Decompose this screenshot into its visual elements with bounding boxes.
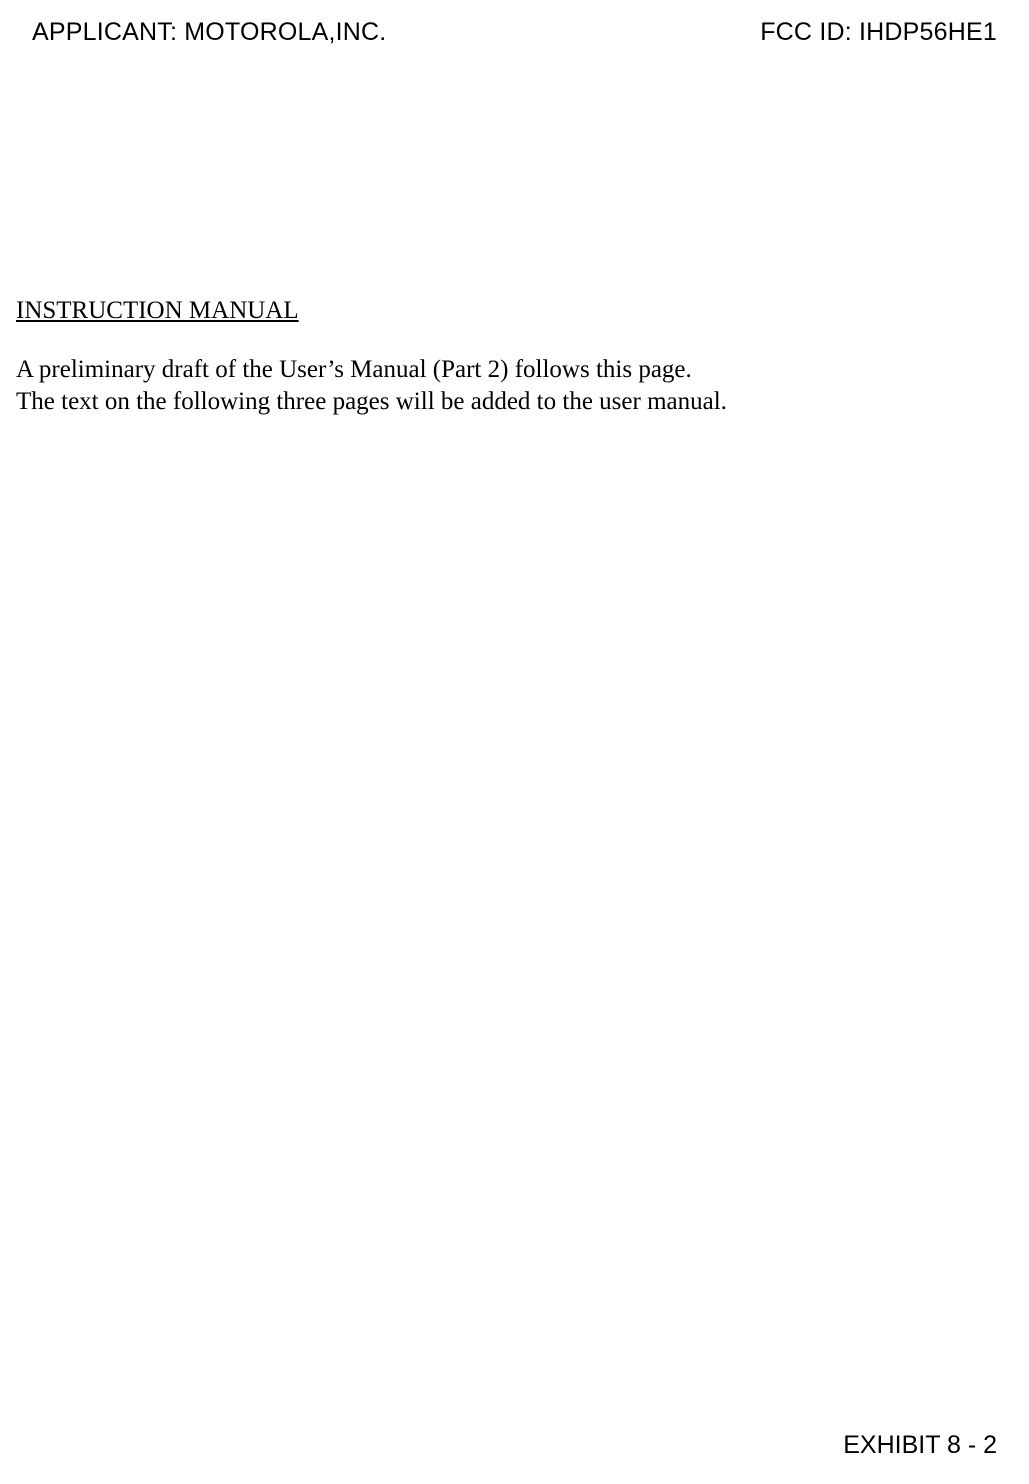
page-content: INSTRUCTION MANUAL A preliminary draft o… [0, 295, 1029, 417]
body-paragraph-2: The text on the following three pages wi… [16, 386, 1013, 417]
exhibit-label: EXHIBIT 8 - 2 [843, 1431, 997, 1460]
applicant-label: APPLICANT: MOTOROLA,INC. [32, 18, 386, 47]
section-title: INSTRUCTION MANUAL [16, 295, 1013, 326]
page-header: APPLICANT: MOTOROLA,INC. FCC ID: IHDP56H… [0, 0, 1029, 47]
fcc-id-label: FCC ID: IHDP56HE1 [760, 18, 997, 47]
body-paragraph-1: A preliminary draft of the User’s Manual… [16, 354, 1013, 385]
page-footer: EXHIBIT 8 - 2 [843, 1431, 997, 1460]
